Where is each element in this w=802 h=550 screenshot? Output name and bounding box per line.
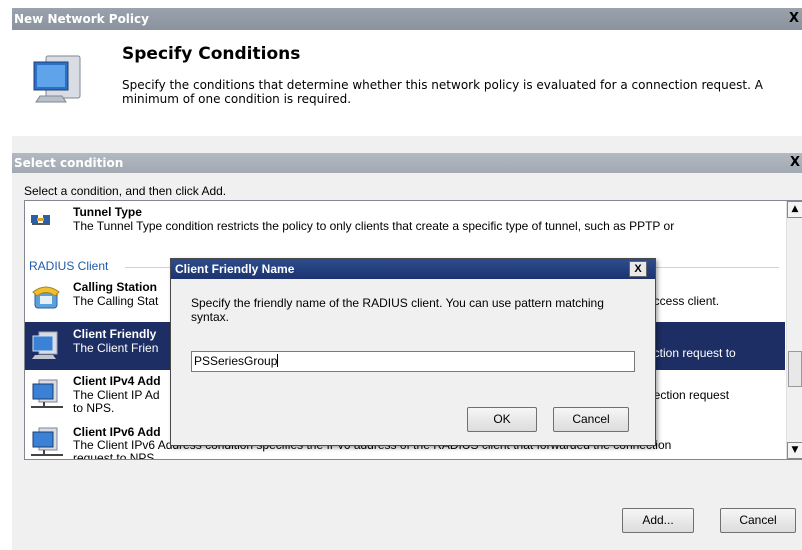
list-item-title: Tunnel Type xyxy=(73,205,142,219)
group-header-radius-client: RADIUS Client xyxy=(29,259,109,273)
window-close-button[interactable]: X xyxy=(786,8,802,30)
network-computer-icon xyxy=(31,378,65,413)
list-item-title: Calling Station xyxy=(73,280,157,294)
list-item-description-tail: nection request xyxy=(647,388,730,402)
select-condition-close-button[interactable]: X xyxy=(788,153,802,173)
list-scrollbar[interactable]: ▲ ▼ xyxy=(786,201,802,459)
page-title: Specify Conditions xyxy=(122,44,301,64)
client-friendly-name-dialog: Client Friendly Name X Specify the frien… xyxy=(170,258,656,446)
popup-title: Client Friendly Name xyxy=(175,262,295,276)
popup-close-button[interactable]: X xyxy=(629,261,647,277)
popup-title-bar: Client Friendly Name X xyxy=(171,259,655,279)
computer-icon xyxy=(31,330,61,363)
select-condition-title-bar: Select condition X xyxy=(12,153,802,173)
list-item-tunnel-type[interactable]: Tunnel Type The Tunnel Type condition re… xyxy=(25,201,785,245)
scroll-thumb[interactable] xyxy=(788,351,802,387)
page-description: Specify the conditions that determine wh… xyxy=(122,78,763,106)
scroll-up-button[interactable]: ▲ xyxy=(787,201,802,218)
wizard-header: Specify Conditions Specify the condition… xyxy=(12,30,802,136)
select-instruction: Select a condition, and then click Add. xyxy=(24,184,227,198)
network-computer-icon xyxy=(31,426,65,459)
popup-description: Specify the friendly name of the RADIUS … xyxy=(191,296,604,324)
ok-button[interactable]: OK xyxy=(467,407,537,432)
list-item-description-tail: access client. xyxy=(647,294,720,308)
list-item-title: Client IPv4 Add xyxy=(73,374,161,388)
phone-icon xyxy=(31,282,61,317)
list-item-description-tail: ection request to xyxy=(647,346,736,360)
list-item-description-line2: request to NPS. xyxy=(73,451,158,460)
window-title: New Network Policy xyxy=(14,12,149,26)
text-caret xyxy=(277,354,279,367)
computer-monitor-icon xyxy=(30,52,86,111)
select-condition-title: Select condition xyxy=(14,156,124,170)
scroll-down-button[interactable]: ▼ xyxy=(787,442,802,459)
cancel-button[interactable]: Cancel xyxy=(720,508,796,533)
list-item-title: Client Friendly xyxy=(73,327,157,341)
friendly-name-value: PSSeriesGroup xyxy=(194,354,278,368)
add-button[interactable]: Add... xyxy=(622,508,694,533)
list-item-description: The Tunnel Type condition restricts the … xyxy=(73,219,675,233)
network-tunnel-icon xyxy=(31,213,51,230)
list-item-title: Client IPv6 Add xyxy=(73,425,161,439)
friendly-name-input[interactable]: PSSeriesGroup xyxy=(191,351,635,372)
window-title-bar: New Network Policy X xyxy=(12,8,802,30)
popup-cancel-button[interactable]: Cancel xyxy=(553,407,629,432)
